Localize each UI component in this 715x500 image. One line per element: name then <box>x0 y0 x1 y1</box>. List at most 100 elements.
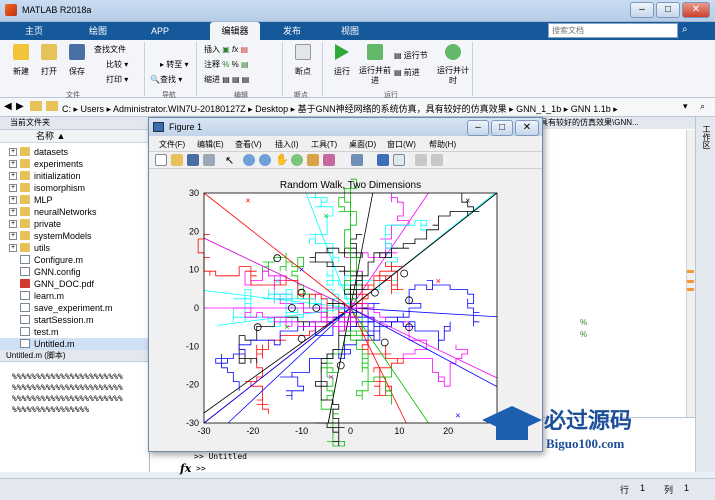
run-and-time-button[interactable]: 运行并计时 <box>436 44 470 86</box>
rotate-icon[interactable] <box>291 154 303 166</box>
insert-button[interactable]: 插入 ▣ fx ▤ <box>204 44 248 55</box>
zoom-in-icon[interactable] <box>243 154 255 166</box>
search-folder-icon[interactable]: ⌕ <box>700 101 705 112</box>
row-label: 行 <box>620 485 630 495</box>
name-column-header[interactable]: 名称 ▲ <box>0 130 150 143</box>
figure-maximize-button[interactable]: □ <box>491 120 513 136</box>
open-file-icon[interactable] <box>171 154 183 166</box>
folder-item-experiments[interactable]: + experiments <box>0 158 150 170</box>
file-item-configure-m[interactable]: Configure.m <box>0 254 150 266</box>
folder-icon <box>20 207 30 216</box>
new-button[interactable]: 新建 <box>8 44 34 77</box>
breakpoints-button[interactable]: 断点 <box>288 44 318 77</box>
pan-icon[interactable]: ✋ <box>275 153 289 166</box>
data-cursor-icon[interactable] <box>307 154 319 166</box>
folder-item-initialization[interactable]: + initialization <box>0 170 150 182</box>
pointer-icon[interactable]: ↖ <box>225 154 234 167</box>
folder-item-mlp[interactable]: + MLP <box>0 194 150 206</box>
file-item-untitled-m[interactable]: Untitled.m <box>0 338 150 350</box>
tab-editor[interactable]: 编辑器 <box>210 22 260 40</box>
expand-icon[interactable]: + <box>9 196 17 204</box>
menu-tools[interactable]: 工具(T) <box>311 139 337 150</box>
tab-home[interactable]: 主页 <box>14 22 54 40</box>
file-item-gnn-config[interactable]: GNN.config <box>0 266 150 278</box>
link-plot-icon[interactable] <box>351 154 363 166</box>
menu-view[interactable]: 查看(V) <box>235 139 262 150</box>
tab-publish[interactable]: 发布 <box>272 22 312 40</box>
search-icon[interactable]: ⌕ <box>682 24 688 35</box>
advance-button[interactable]: ▤ 前进 <box>394 67 420 78</box>
tab-view[interactable]: 视图 <box>330 22 370 40</box>
hide-plot-tools-icon[interactable] <box>415 154 427 166</box>
open-button[interactable]: 打开 <box>36 44 62 77</box>
forward-icon[interactable]: ▶ <box>16 101 24 112</box>
minimize-button[interactable]: – <box>630 2 654 18</box>
compare-button[interactable]: 比较 ▾ <box>106 59 128 70</box>
file-item-test-m[interactable]: test.m <box>0 326 150 338</box>
menu-desktop[interactable]: 桌面(D) <box>349 139 376 150</box>
maximize-button[interactable]: □ <box>656 2 680 18</box>
fx-icon[interactable]: fx <box>180 462 191 475</box>
expand-icon[interactable]: + <box>9 232 17 240</box>
menu-file[interactable]: 文件(F) <box>159 139 185 150</box>
folder-item-systemmodels[interactable]: + systemModels <box>0 230 150 242</box>
detail-line: %%%%%%%%%%%%%%%%%%%%%%% <box>12 372 123 381</box>
run-button[interactable]: 运行 <box>328 44 356 77</box>
file-item-gnn-doc-pdf[interactable]: GNN_DOC.pdf <box>0 278 150 290</box>
menu-edit[interactable]: 编辑(E) <box>197 139 224 150</box>
file-item-learn-m[interactable]: learn.m <box>0 290 150 302</box>
close-button[interactable]: ✕ <box>682 2 710 18</box>
back-icon[interactable]: ◀ <box>4 101 12 112</box>
print-figure-icon[interactable] <box>203 154 215 166</box>
save-button[interactable]: 保存 <box>64 44 90 77</box>
expand-icon[interactable]: + <box>9 208 17 216</box>
folder-item-neuralnetworks[interactable]: + neuralNetworks <box>0 206 150 218</box>
folder-icon[interactable] <box>30 101 42 111</box>
figure-close-button[interactable]: ✕ <box>515 120 539 136</box>
zoom-out-icon[interactable] <box>259 154 271 166</box>
command-prompt[interactable]: >> <box>196 464 206 473</box>
new-figure-icon[interactable] <box>155 154 167 166</box>
indent-button[interactable]: 缩进 ▤ ▤ ▤ <box>204 74 249 85</box>
menu-window[interactable]: 窗口(W) <box>387 139 416 150</box>
menu-help[interactable]: 帮助(H) <box>429 139 456 150</box>
print-button[interactable]: 打印 ▾ <box>106 74 128 85</box>
search-input[interactable]: 搜索文档 <box>548 23 678 38</box>
expand-icon[interactable]: + <box>9 184 17 192</box>
x-tick-label: -20 <box>246 426 259 436</box>
save-figure-icon[interactable] <box>187 154 199 166</box>
tab-plots[interactable]: 绘图 <box>78 22 118 40</box>
path-dropdown-icon[interactable]: ▾ <box>683 101 688 112</box>
brush-icon[interactable] <box>323 154 335 166</box>
figure-title-bar[interactable]: Figure 1 – □ ✕ <box>149 118 542 136</box>
find-button[interactable]: 🔍查找 ▾ <box>150 74 182 85</box>
figure-minimize-button[interactable]: – <box>467 120 489 136</box>
folder-item-isomorphism[interactable]: + isomorphism <box>0 182 150 194</box>
run-advance-button[interactable]: 运行并前进 <box>358 44 392 86</box>
browse-folder-icon[interactable] <box>46 101 58 111</box>
file-item-startsession-m[interactable]: startSession.m <box>0 314 150 326</box>
goto-button[interactable]: ▸ 转至 ▾ <box>160 59 189 70</box>
current-path[interactable]: C: ▸ Users ▸ Administrator.WIN7U-2018012… <box>62 102 692 115</box>
folder-item-private[interactable]: + private <box>0 218 150 230</box>
folder-item-datasets[interactable]: + datasets <box>0 146 150 158</box>
file-name: startSession.m <box>34 315 94 325</box>
find-files-button[interactable]: 查找文件 <box>94 44 126 55</box>
colorbar-icon[interactable] <box>377 154 389 166</box>
legend-icon[interactable] <box>393 154 405 166</box>
editor-tab[interactable]: 具有较好的仿真效果\GNN... <box>540 117 695 129</box>
folder-icon <box>20 231 30 240</box>
file-item-save-experiment-m[interactable]: save_experiment.m <box>0 302 150 314</box>
comment-button[interactable]: 注释 % % ▤ <box>204 59 249 70</box>
expand-icon[interactable]: + <box>9 172 17 180</box>
folder-item-utils[interactable]: + utils <box>0 242 150 254</box>
expand-icon[interactable]: + <box>9 148 17 156</box>
run-section-button[interactable]: ▤ 运行节 <box>394 50 428 61</box>
expand-icon[interactable]: + <box>9 220 17 228</box>
tab-apps[interactable]: APP <box>140 22 180 40</box>
expand-icon[interactable]: + <box>9 160 17 168</box>
menu-insert[interactable]: 插入(I) <box>275 139 299 150</box>
show-plot-tools-icon[interactable] <box>431 154 443 166</box>
editor-scrollbar[interactable] <box>686 130 695 417</box>
expand-icon[interactable]: + <box>9 244 17 252</box>
